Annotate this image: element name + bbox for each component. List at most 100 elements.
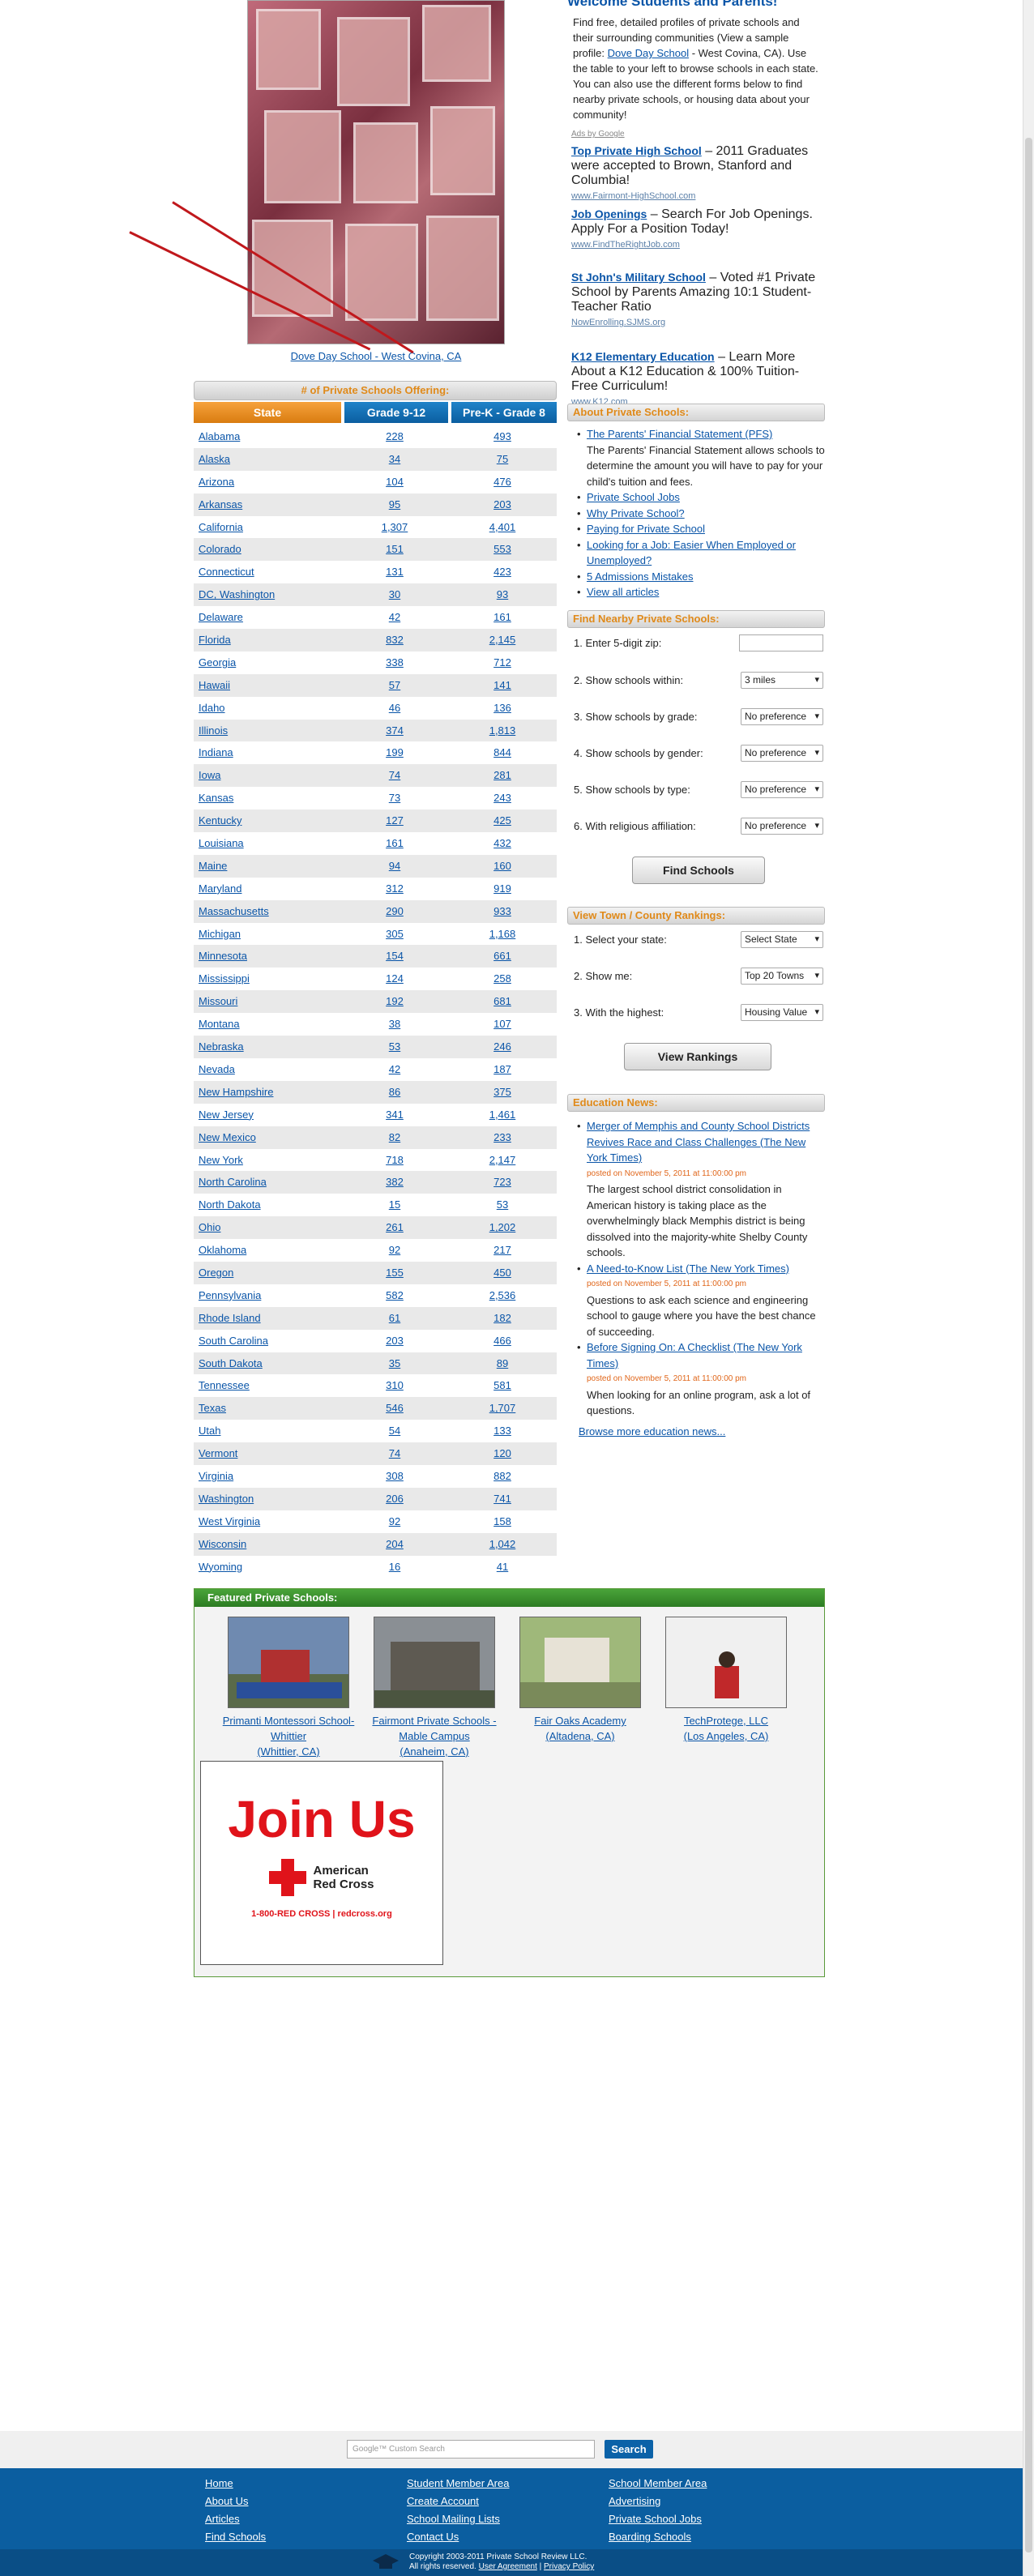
prek-8-link[interactable]: 1,461 <box>489 1109 516 1121</box>
state-link[interactable]: Illinois <box>199 724 228 737</box>
prek-8-link[interactable]: 466 <box>494 1335 511 1347</box>
featured-loc[interactable]: (Anaheim, CA) <box>400 1745 468 1758</box>
grade-9-12-link[interactable]: 155 <box>386 1267 404 1279</box>
grade-9-12-link[interactable]: 86 <box>389 1086 400 1098</box>
state-link[interactable]: Florida <box>199 634 231 646</box>
state-select[interactable]: Select State <box>741 931 823 948</box>
prek-8-link[interactable]: 712 <box>494 656 511 669</box>
state-link[interactable]: Idaho <box>199 702 225 714</box>
footer-link[interactable]: Advertising <box>609 2493 707 2510</box>
grade-9-12-link[interactable]: 546 <box>386 1402 404 1414</box>
site-logo-icon[interactable] <box>370 2553 402 2570</box>
ad-title-link[interactable]: Job Openings <box>571 207 647 220</box>
state-link[interactable]: Michigan <box>199 928 241 940</box>
red-cross-ad[interactable]: Join Us American Red Cross 1-800-RED CROS… <box>200 1761 443 1965</box>
prek-8-link[interactable]: 89 <box>497 1357 508 1369</box>
state-link[interactable]: Massachusetts <box>199 905 269 917</box>
state-link[interactable]: Maryland <box>199 882 241 895</box>
more-news-link[interactable]: Browse more education news... <box>572 1424 825 1440</box>
ads-by-google[interactable]: Ads by Google <box>571 130 822 139</box>
privacy-policy-link[interactable]: Privacy Policy <box>544 2562 594 2571</box>
prek-8-link[interactable]: 581 <box>494 1379 511 1391</box>
ad-url-link[interactable]: www.FindTheRightJob.com <box>571 240 680 250</box>
grade-9-12-link[interactable]: 203 <box>386 1335 404 1347</box>
prek-8-link[interactable]: 1,813 <box>489 724 516 737</box>
grade-9-12-link[interactable]: 305 <box>386 928 404 940</box>
about-link[interactable]: Looking for a Job: Easier When Employed … <box>587 539 796 567</box>
state-link[interactable]: West Virginia <box>199 1515 260 1527</box>
prek-8-link[interactable]: 2,145 <box>489 634 516 646</box>
state-link[interactable]: DC, Washington <box>199 588 275 600</box>
school-photo[interactable] <box>665 1617 787 1708</box>
featured-loc[interactable]: (Altadena, CA) <box>545 1730 614 1742</box>
about-link[interactable]: View all articles <box>587 586 659 598</box>
scrollbar-thumb[interactable] <box>1025 138 1032 2553</box>
ad-url-link[interactable]: www.Fairmont-HighSchool.com <box>571 191 695 201</box>
prek-8-link[interactable]: 53 <box>497 1198 508 1211</box>
grade-9-12-link[interactable]: 290 <box>386 905 404 917</box>
state-link[interactable]: Alaska <box>199 453 230 465</box>
grade-9-12-link[interactable]: 54 <box>389 1425 400 1437</box>
state-link[interactable]: Nevada <box>199 1063 235 1075</box>
prek-8-link[interactable]: 133 <box>494 1425 511 1437</box>
footer-link[interactable]: Home <box>205 2475 266 2493</box>
school-photo[interactable] <box>519 1617 641 1708</box>
type-select[interactable]: No preference <box>741 781 823 798</box>
prek-8-link[interactable]: 2,147 <box>489 1154 516 1166</box>
grade-9-12-link[interactable]: 38 <box>389 1018 400 1030</box>
state-link[interactable]: New Mexico <box>199 1131 256 1143</box>
grade-select[interactable]: No preference <box>741 708 823 725</box>
state-link[interactable]: Montana <box>199 1018 240 1030</box>
prek-8-link[interactable]: 450 <box>494 1267 511 1279</box>
news-title-link[interactable]: Merger of Memphis and County School Dist… <box>587 1120 810 1164</box>
featured-item[interactable]: TechProtege, LLC (Los Angeles, CA) <box>657 1617 795 1744</box>
grade-9-12-link[interactable]: 30 <box>389 588 400 600</box>
prek-8-link[interactable]: 2,536 <box>489 1289 516 1301</box>
prek-8-link[interactable]: 425 <box>494 814 511 827</box>
footer-link[interactable]: School Member Area <box>609 2475 707 2493</box>
state-link[interactable]: Indiana <box>199 746 233 758</box>
state-link[interactable]: Iowa <box>199 769 220 781</box>
about-link[interactable]: Paying for Private School <box>587 523 705 535</box>
state-link[interactable]: Minnesota <box>199 950 247 962</box>
prek-8-link[interactable]: 203 <box>494 498 511 511</box>
state-link[interactable]: Missouri <box>199 995 237 1007</box>
grade-9-12-link[interactable]: 74 <box>389 769 400 781</box>
state-link[interactable]: Connecticut <box>199 566 254 578</box>
grade-9-12-link[interactable]: 341 <box>386 1109 404 1121</box>
prek-8-link[interactable]: 187 <box>494 1063 511 1075</box>
featured-item[interactable]: Fair Oaks Academy (Altadena, CA) <box>511 1617 649 1744</box>
grade-9-12-link[interactable]: 16 <box>389 1561 400 1573</box>
zip-input[interactable] <box>739 634 823 651</box>
grade-9-12-link[interactable]: 228 <box>386 430 404 442</box>
grade-9-12-link[interactable]: 382 <box>386 1176 404 1188</box>
prek-8-link[interactable]: 258 <box>494 972 511 985</box>
grade-9-12-link[interactable]: 94 <box>389 860 400 872</box>
grade-9-12-link[interactable]: 582 <box>386 1289 404 1301</box>
grade-9-12-link[interactable]: 104 <box>386 476 404 488</box>
grade-9-12-link[interactable]: 312 <box>386 882 404 895</box>
grade-9-12-link[interactable]: 92 <box>389 1244 400 1256</box>
state-link[interactable]: Ohio <box>199 1221 220 1233</box>
view-rankings-button[interactable]: View Rankings <box>624 1043 771 1070</box>
grade-9-12-link[interactable]: 310 <box>386 1379 404 1391</box>
school-photo[interactable] <box>374 1617 495 1708</box>
prek-8-link[interactable]: 476 <box>494 476 511 488</box>
find-schools-button[interactable]: Find Schools <box>632 857 765 884</box>
pfs-link[interactable]: The Parents' Financial Statement (PFS) <box>587 428 772 440</box>
grade-9-12-link[interactable]: 131 <box>386 566 404 578</box>
grade-9-12-link[interactable]: 154 <box>386 950 404 962</box>
scrollbar[interactable] <box>1023 0 1034 2576</box>
header-grade-9-12[interactable]: Grade 9-12 <box>344 402 448 423</box>
state-link[interactable]: Louisiana <box>199 837 244 849</box>
grade-9-12-link[interactable]: 124 <box>386 972 404 985</box>
grade-9-12-link[interactable]: 53 <box>389 1040 400 1053</box>
state-link[interactable]: Washington <box>199 1493 254 1505</box>
prek-8-link[interactable]: 553 <box>494 543 511 555</box>
grade-9-12-link[interactable]: 35 <box>389 1357 400 1369</box>
footer-link[interactable]: Private School Jobs <box>609 2510 707 2528</box>
state-link[interactable]: North Carolina <box>199 1176 267 1188</box>
grade-9-12-link[interactable]: 192 <box>386 995 404 1007</box>
prek-8-link[interactable]: 1,707 <box>489 1402 516 1414</box>
state-link[interactable]: North Dakota <box>199 1198 261 1211</box>
